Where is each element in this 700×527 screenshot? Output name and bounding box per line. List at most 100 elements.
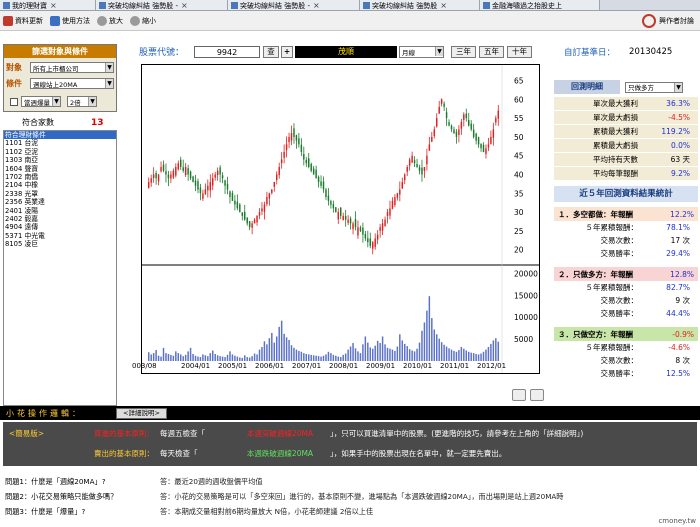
condition-row: 條件 週線站上20MA ▼ — [6, 78, 114, 89]
tab-strategy-2[interactable]: 突破均線糾結 強勢股 - × — [228, 0, 360, 10]
close-icon[interactable]: × — [50, 1, 57, 10]
volume-bar — [416, 348, 418, 361]
volume-bar — [330, 353, 332, 361]
chevron-down-icon: ▼ — [105, 63, 113, 72]
candle-body — [199, 187, 202, 194]
stock-list-item[interactable]: 2356 英業達 — [4, 198, 116, 206]
author-discussion-link[interactable]: 興作者討論 — [642, 14, 694, 28]
candle-body — [194, 180, 197, 186]
zoom-in-button[interactable]: 放大 — [97, 15, 123, 26]
zoom-out-icon[interactable] — [530, 389, 544, 401]
multiplier-select[interactable]: 2倍 ▼ — [67, 96, 97, 107]
candle-body — [492, 129, 495, 138]
volume-bar — [344, 353, 347, 361]
volume-bar — [450, 349, 453, 361]
volume-bar — [155, 350, 157, 361]
volume-bar — [175, 351, 177, 361]
candle-body — [204, 189, 207, 194]
candle-body — [369, 238, 372, 246]
stock-list-item[interactable]: 2104 中橡 — [4, 181, 116, 189]
candle-body — [268, 193, 271, 199]
refresh-button[interactable]: 資料更新 — [3, 15, 43, 26]
candle-body — [448, 122, 450, 126]
candle-body — [487, 144, 490, 148]
stock-list-item[interactable]: 4904 遠傳 — [4, 223, 116, 231]
candle-body — [263, 204, 266, 212]
help-icon — [50, 15, 60, 26]
stock-list-item[interactable]: 1102 亞泥 — [4, 148, 116, 156]
close-icon[interactable]: × — [181, 1, 188, 10]
volume-bar — [374, 345, 376, 361]
candle-body — [416, 163, 418, 167]
volume-bar — [184, 354, 187, 361]
volume-bar — [472, 353, 475, 361]
range-3y-button[interactable]: 三年 — [451, 45, 477, 58]
tab-financial-tsunami[interactable]: 金融海嘯過之抬股史上 — [480, 0, 600, 10]
add-button[interactable]: + — [281, 45, 294, 58]
stock-list-item[interactable]: 2401 凌陽 — [4, 207, 116, 215]
stock-list-item[interactable]: 1604 聲寶 — [4, 165, 116, 173]
volume-bar — [458, 350, 460, 361]
volume-bar — [248, 357, 251, 361]
candle-body — [298, 138, 300, 145]
stock-list-item[interactable]: 2338 光罩 — [4, 190, 116, 198]
period-select[interactable]: 月線 ▼ — [399, 45, 445, 58]
volume-bar — [396, 346, 399, 361]
stock-list-item[interactable]: 1303 南亞 — [4, 156, 116, 164]
x-tick-label: 2011/01 — [440, 362, 470, 370]
close-icon[interactable]: × — [440, 1, 447, 10]
candle-body — [342, 215, 344, 221]
volume-bar — [492, 340, 495, 361]
candle-body — [394, 197, 396, 206]
help-button[interactable]: 使用方法 — [50, 15, 90, 26]
candle-body — [310, 163, 312, 171]
tab-my-wealth[interactable]: 我的理財寶 × — [0, 0, 96, 10]
stats-row: 交易次數： 8 次 — [554, 354, 698, 367]
price-tick-label: 60 — [514, 95, 524, 104]
zoom-out-button[interactable]: 縮小 — [130, 15, 156, 26]
candle-body — [389, 208, 391, 216]
candle-body — [236, 201, 239, 209]
range-5y-button[interactable]: 五年 — [479, 45, 505, 58]
candle-body — [443, 103, 445, 107]
candle-body — [347, 219, 349, 223]
base-date-value[interactable]: 20130425 — [629, 47, 672, 57]
chevron-down-icon: ▼ — [52, 97, 60, 106]
tab-strategy-3[interactable]: 突破均線糾結 強勢股 × — [360, 0, 480, 10]
detail-button[interactable]: <詳細說明> — [116, 407, 167, 419]
close-icon[interactable]: × — [313, 1, 320, 10]
zoom-in-icon[interactable] — [512, 389, 526, 401]
candle-body — [150, 178, 152, 183]
condition-select[interactable]: 週線站上20MA ▼ — [30, 78, 114, 89]
stock-list[interactable]: 符合理財條件 1101 台泥 1102 亞泥 1303 南亞 1604 聲寶 1702 南… — [3, 130, 117, 406]
candle-body — [423, 167, 426, 171]
candle-body — [224, 180, 226, 186]
candle-body — [290, 133, 293, 141]
volume-bar — [477, 354, 480, 361]
backtest-row-value: -4.5% — [668, 113, 690, 122]
price-chart[interactable]: 65 60 55 50 45 40 35 30 25 20 20000 15000 10000 5000 — [141, 64, 540, 374]
stock-code-input[interactable]: 9942 — [194, 45, 261, 58]
volume-checkbox[interactable] — [10, 97, 18, 106]
candle-body — [340, 207, 342, 216]
stats-row-value: 78.1% — [666, 223, 690, 232]
lookup-button[interactable]: 查 — [263, 45, 280, 58]
candle-body — [436, 118, 438, 127]
stock-list-item[interactable]: 8105 凌巨 — [4, 240, 116, 248]
candle-body — [330, 201, 332, 205]
volume-select[interactable]: 當週爆量 ▼ — [21, 96, 61, 107]
volume-bar — [152, 353, 155, 361]
backtest-mode-select[interactable]: 只做多方 ▼ — [625, 81, 683, 93]
range-10y-button[interactable]: 十年 — [507, 45, 533, 58]
match-count-row: 符合家數 13 — [3, 116, 117, 129]
tab-strategy-1[interactable]: 突破均線糾結 強勢股 - × — [96, 0, 228, 10]
volume-bar — [268, 338, 271, 361]
stock-list-item[interactable]: 1101 台泥 — [4, 139, 116, 147]
volume-bar — [204, 355, 207, 361]
candle-body — [160, 167, 162, 172]
backtest-row-label: 單次最大獲利 — [593, 99, 638, 108]
app-window: 我的理財寶 × 突破均線糾結 強勢股 - × 突破均線糾結 強勢股 - × 突破均線糾… — [0, 0, 700, 527]
candle-body — [177, 163, 180, 170]
object-select[interactable]: 所有上市櫃公司 ▼ — [30, 62, 114, 73]
candle-body — [325, 189, 327, 198]
